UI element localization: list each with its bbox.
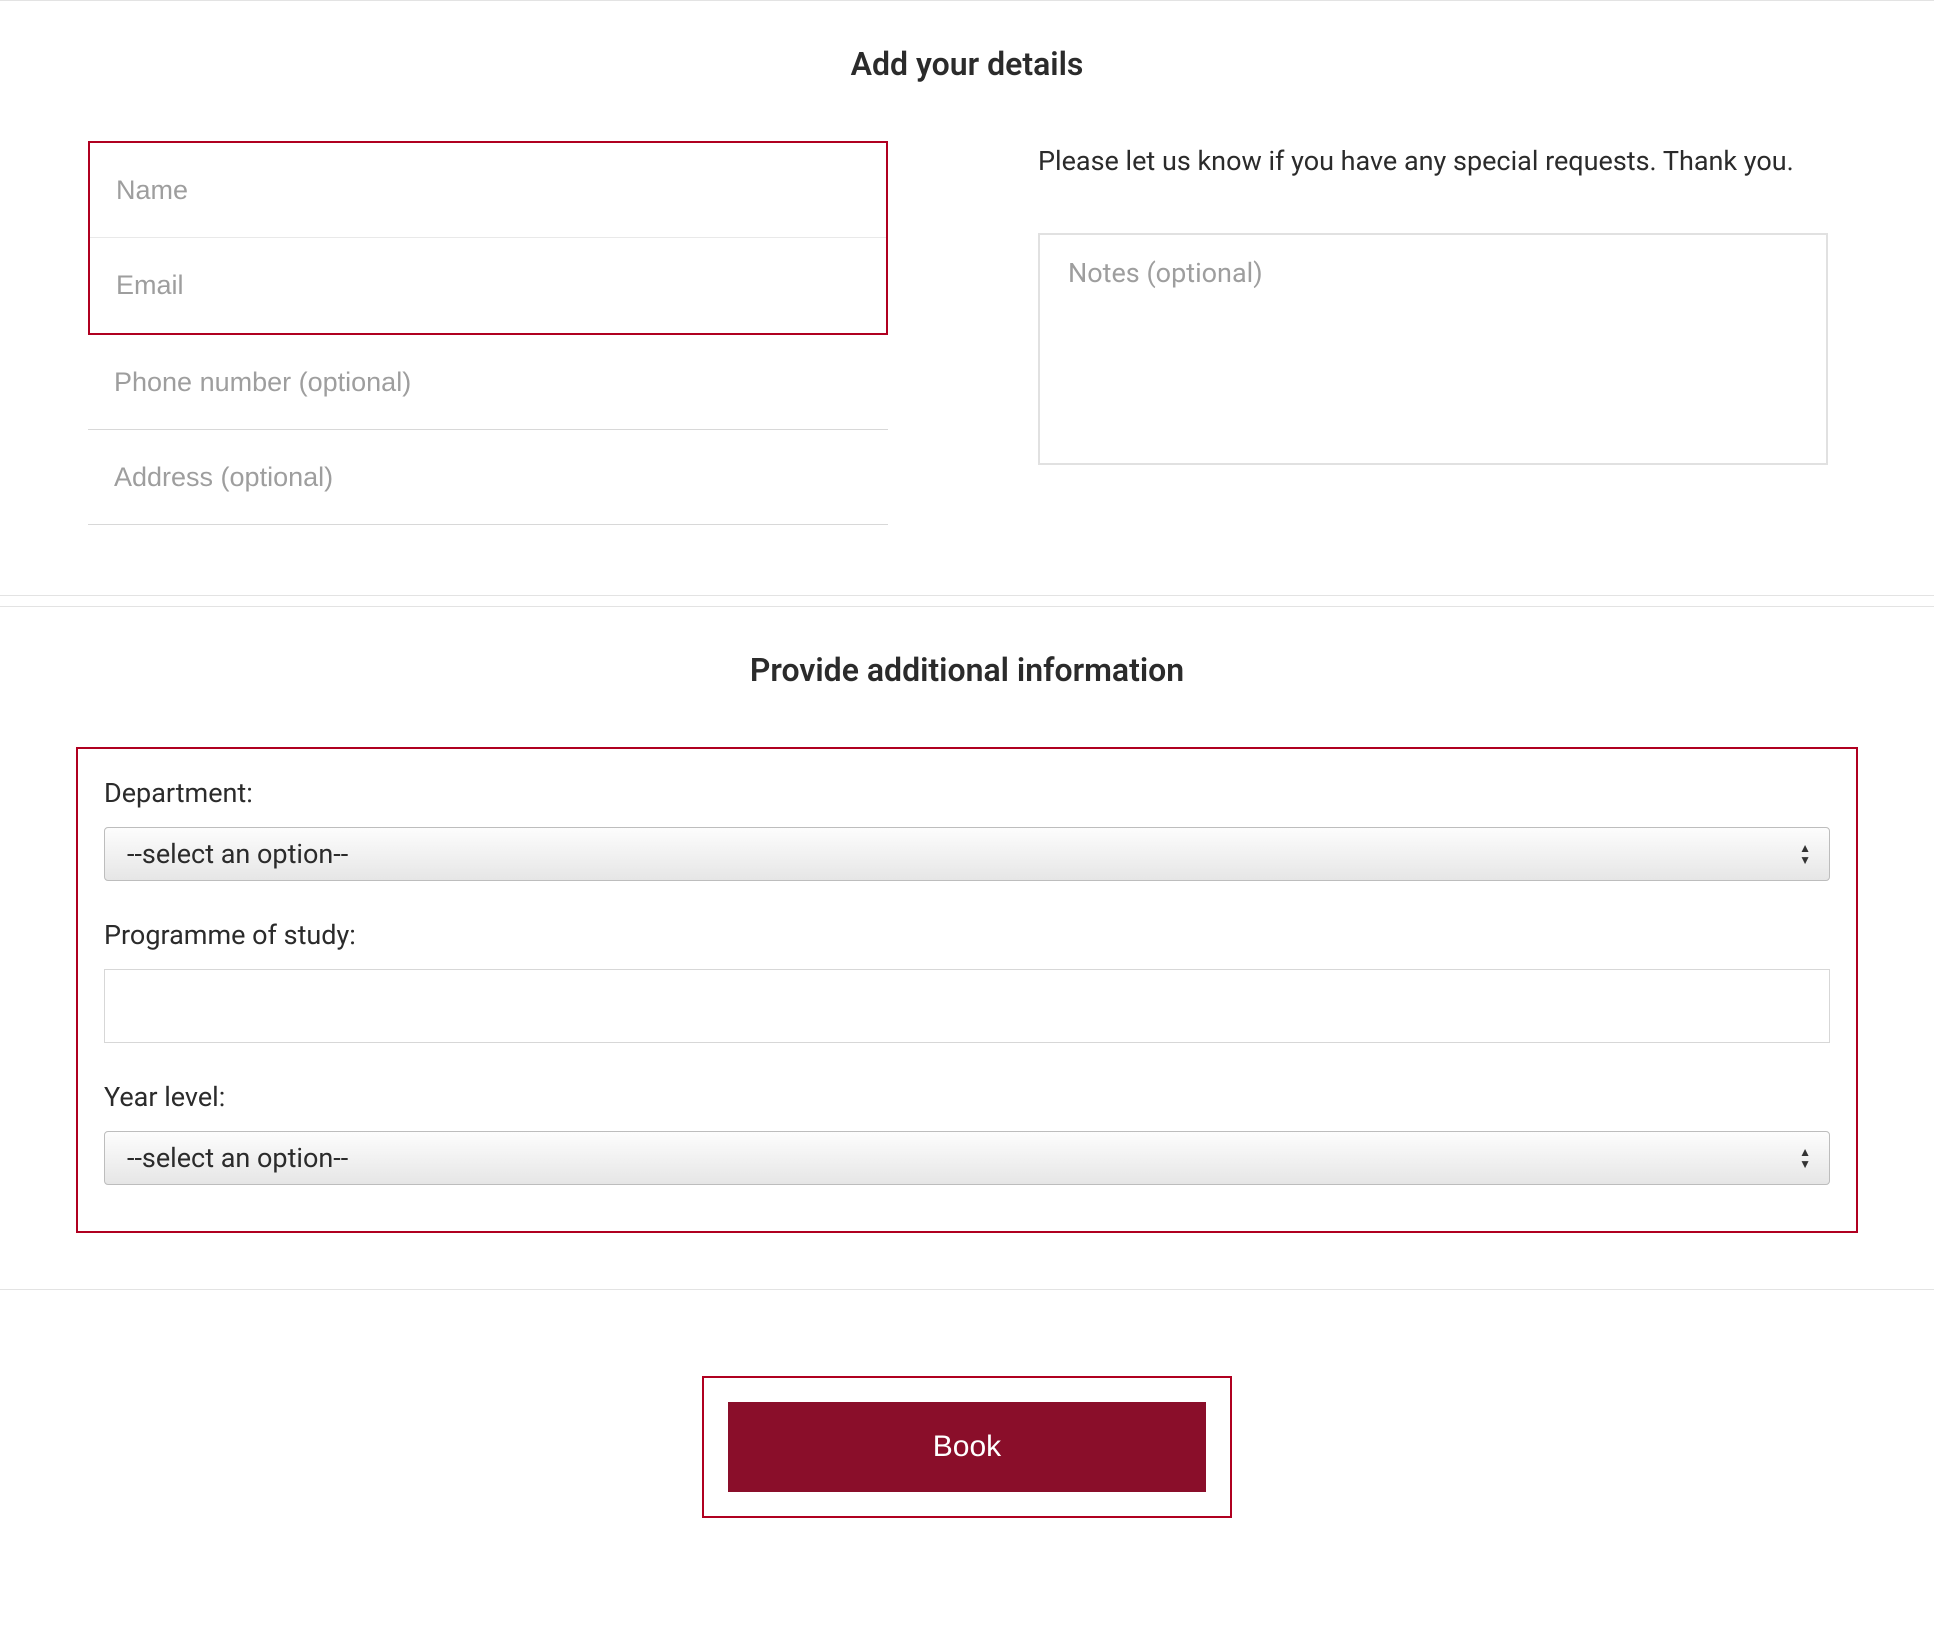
email-field-row [90, 238, 886, 333]
name-field-row [90, 143, 886, 238]
select-arrows-icon: ▲▼ [1799, 1147, 1811, 1169]
programme-label: Programme of study: [104, 919, 1830, 951]
additional-fields-box: Department: --select an option-- ▲▼ Prog… [76, 747, 1858, 1233]
address-input[interactable] [114, 462, 862, 493]
email-input[interactable] [116, 270, 860, 301]
notes-intro-text: Please let us know if you have any speci… [1038, 141, 1798, 183]
name-input[interactable] [116, 175, 860, 206]
year-block: Year level: --select an option-- ▲▼ [104, 1081, 1830, 1185]
year-label: Year level: [104, 1081, 1830, 1113]
details-heading: Add your details [0, 45, 1934, 83]
book-button-frame: Book [702, 1376, 1232, 1518]
notes-textarea[interactable] [1038, 233, 1828, 465]
book-button[interactable]: Book [728, 1402, 1206, 1492]
phone-field-row [88, 335, 888, 430]
required-fields-box [88, 141, 888, 335]
details-section: Add your details P [0, 0, 1934, 596]
programme-block: Programme of study: [104, 919, 1830, 1043]
select-arrows-icon: ▲▼ [1799, 843, 1811, 865]
additional-heading: Provide additional information [0, 651, 1934, 689]
year-select-value: --select an option-- [127, 1142, 348, 1174]
department-select-value: --select an option-- [127, 838, 348, 870]
additional-section: Provide additional information Departmen… [0, 606, 1934, 1290]
department-select[interactable]: --select an option-- ▲▼ [104, 827, 1830, 881]
programme-input[interactable] [104, 969, 1830, 1043]
address-field-row [88, 430, 888, 525]
phone-input[interactable] [114, 367, 862, 398]
department-label: Department: [104, 777, 1830, 809]
department-block: Department: --select an option-- ▲▼ [104, 777, 1830, 881]
year-select[interactable]: --select an option-- ▲▼ [104, 1131, 1830, 1185]
